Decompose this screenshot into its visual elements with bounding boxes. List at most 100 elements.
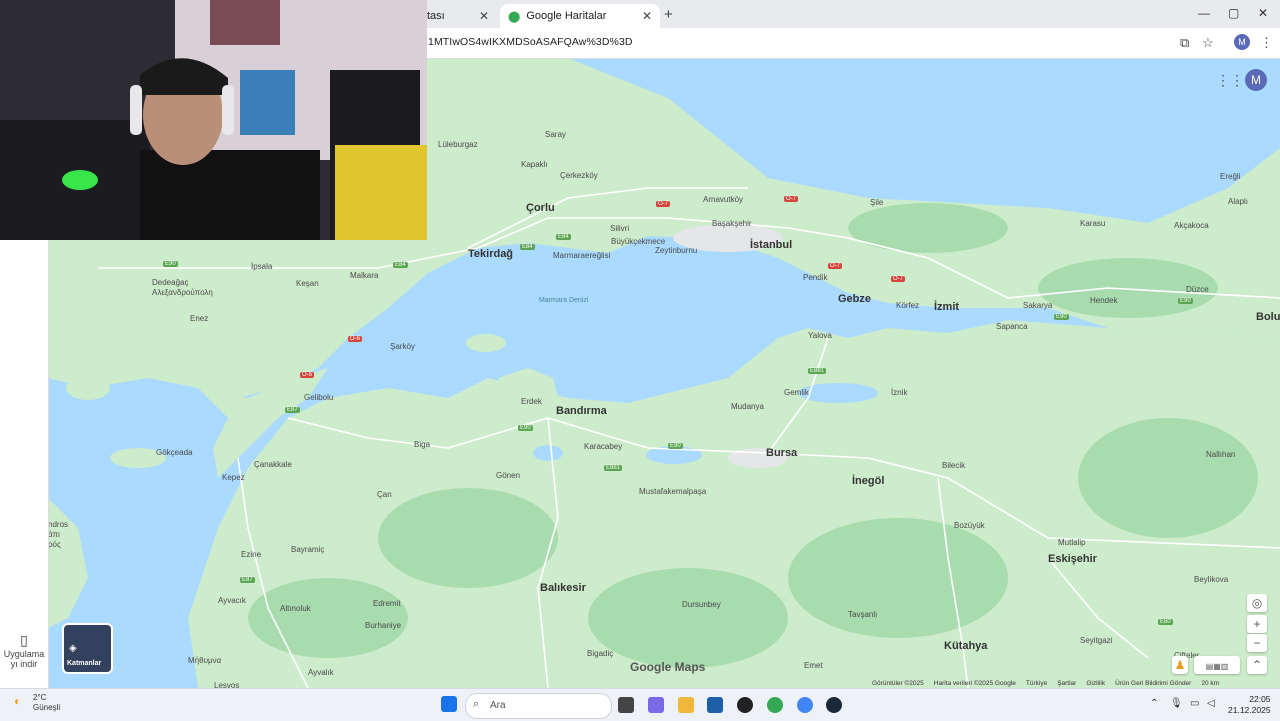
new-tab-button[interactable]: + (664, 6, 673, 23)
copilot-icon[interactable] (648, 697, 664, 713)
map-label-town: Lüleburgaz (438, 140, 478, 149)
volume-icon[interactable]: ◁ (1207, 698, 1215, 709)
store-icon[interactable] (707, 697, 723, 713)
expand-button[interactable]: ⌃ (1247, 656, 1267, 674)
map-label-town: Bolu (1256, 311, 1280, 323)
steam-icon[interactable] (826, 697, 842, 713)
road-shield: E84 (556, 234, 571, 240)
map-label-town: Ezine (241, 550, 262, 559)
map-label-town: Çanakkale (254, 460, 292, 469)
account-avatar[interactable]: M (1245, 69, 1267, 91)
weather-temp: 2°C (33, 693, 47, 702)
map-label-town: Kapaklı (521, 160, 548, 169)
maximize-button[interactable]: ▢ (1228, 6, 1239, 20)
attrib-imagery: Görüntüler ©2025 (872, 680, 924, 687)
map-label-town: Alaplı (1228, 197, 1249, 206)
url-text[interactable]: 1MTIwOS4wIKXMDSoASAFQAw%3D%3D (428, 36, 633, 48)
map-label-town: Gelibolu (304, 393, 334, 402)
minimize-button[interactable]: — (1198, 6, 1210, 20)
chrome-profile-icon[interactable] (797, 697, 813, 713)
map-label-town: Altınoluk (280, 604, 311, 613)
left-rail (0, 240, 49, 688)
app-download-label: Uygulama yı indir (3, 649, 45, 669)
map-label-town: İznik (891, 388, 908, 397)
profile-avatar[interactable]: M (1234, 34, 1250, 50)
map-label-town: Sakarya (1023, 301, 1053, 310)
map-label-town: Gökçeada (156, 448, 193, 457)
tab-label: Google Haritalar (526, 10, 607, 22)
road-shield: E90 (518, 425, 533, 431)
network-icon[interactable]: ▭ (1190, 698, 1199, 709)
attrib-feedback[interactable]: Ürün Geri Bildirimi Gönder (1115, 680, 1191, 687)
app-icon[interactable] (737, 697, 753, 713)
menu-kebab-icon[interactable]: ⋮ (1260, 35, 1273, 51)
crosshair-icon: ◎ (1251, 596, 1263, 610)
map-label-town: Ayvalık (308, 668, 334, 677)
map-label-town: Tavşanlı (848, 610, 878, 619)
webcam-image (0, 0, 427, 240)
map-label-gebze: Gebze (838, 293, 872, 305)
road-shield: O-6 (300, 372, 315, 378)
map-label-town: Enez (190, 314, 209, 323)
map-type-icon: ▤▦▥ (1205, 662, 1229, 671)
map-thumbnails[interactable]: ▤▦▥ (1194, 656, 1240, 674)
task-view-button[interactable] (618, 697, 634, 713)
zoom-in-button[interactable]: + (1247, 615, 1267, 633)
road-shield: O-7 (784, 196, 799, 202)
map-label-town: Silivri (610, 224, 630, 233)
layers-icon: ◈ (69, 643, 77, 654)
road-shield: E881 (604, 465, 623, 471)
close-window-button[interactable]: ✕ (1258, 6, 1268, 20)
close-tab-icon[interactable]: ✕ (642, 9, 652, 23)
map-label-bandirma: Bandırma (556, 405, 607, 417)
clock[interactable]: 22:05 21.12.2025 (1228, 694, 1271, 716)
attrib-terms[interactable]: Şartlar (1057, 680, 1076, 687)
map-label-town: Erdek (521, 397, 542, 406)
app-download-button[interactable]: ▯ Uygulama yı indir (2, 632, 46, 669)
my-location-button[interactable]: ◎ (1247, 594, 1267, 612)
map-label-town: Gemlik (784, 388, 809, 397)
bookmark-star-icon[interactable]: ☆ (1202, 35, 1214, 51)
map-label-town: Edremit (373, 599, 401, 608)
webcam-overlay (0, 0, 427, 240)
tab-previous[interactable]: tası ✕ (427, 4, 497, 28)
chrome-icon[interactable] (767, 697, 783, 713)
clock-date: 21.12.2025 (1228, 705, 1271, 715)
map-label-town: Seyitgazi (1080, 636, 1113, 645)
map-label-town: Pendik (803, 273, 828, 282)
tab-google-maps[interactable]: ⬤ Google Haritalar ✕ (500, 4, 660, 28)
map-label-town: Yalova (808, 331, 832, 340)
map-label-town: Düzce (1186, 285, 1209, 294)
taskbar: ◐ 2°C Güneşli ⌕ Ara ⌃ 🎙 ▭ ◁ 22:05 21.12.… (0, 688, 1280, 721)
install-app-icon[interactable]: ⧉ (1180, 35, 1189, 51)
close-tab-icon[interactable]: ✕ (479, 9, 489, 23)
map-label-town: Sapanca (996, 322, 1028, 331)
attrib-privacy[interactable]: Gizlilik (1086, 680, 1105, 687)
chevron-up-icon[interactable]: ⌃ (1150, 698, 1158, 709)
file-explorer-icon[interactable] (678, 697, 694, 713)
road-shield: E90 (163, 261, 178, 267)
road-shield: E84 (393, 262, 408, 268)
taskbar-search[interactable]: ⌕ Ara (465, 693, 612, 719)
weather-desc: Güneşli (33, 703, 61, 712)
attrib-country[interactable]: Türkiye (1026, 680, 1047, 687)
map-label-town: Dursunbey (682, 600, 721, 609)
map-label-town: Şarköy (390, 342, 415, 351)
scale-bar[interactable]: 20 km (1201, 680, 1219, 687)
road-shield: O-7 (891, 276, 906, 282)
map-label-town: Keşan (296, 279, 319, 288)
search-placeholder: Ara (490, 700, 506, 711)
weather-widget[interactable]: ◐ 2°C Güneşli (14, 693, 60, 713)
layers-label: Katmanlar (67, 660, 102, 667)
map-label-town: Arnavutköy (703, 195, 744, 204)
mic-icon[interactable]: 🎙 (1170, 698, 1183, 709)
map-label-town: Saray (545, 130, 566, 139)
minus-icon: − (1253, 636, 1261, 650)
layers-button[interactable]: ◈ Katmanlar (62, 623, 113, 674)
maps-pin-icon: ⬤ (508, 10, 521, 23)
map-label-town: Emet (804, 661, 823, 670)
map-label-town: Dedeağaç (152, 278, 189, 287)
pegman-button[interactable]: ♟ (1172, 656, 1188, 674)
zoom-out-button[interactable]: − (1247, 634, 1267, 652)
start-button[interactable] (441, 696, 457, 712)
